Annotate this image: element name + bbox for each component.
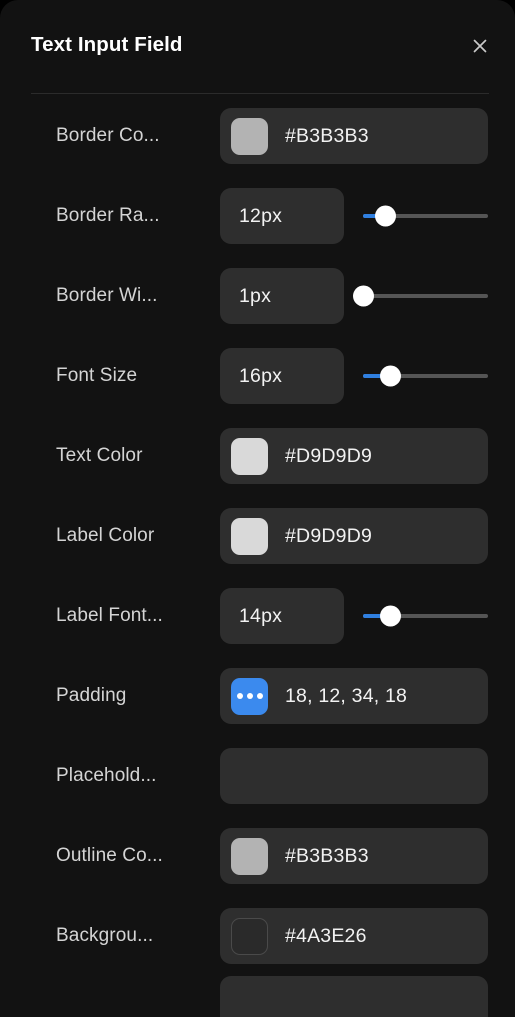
property-value-text: 14px xyxy=(239,604,283,627)
property-slider[interactable] xyxy=(363,603,488,629)
slider-thumb[interactable] xyxy=(380,365,401,387)
property-value-field[interactable]: 12px xyxy=(220,188,344,244)
property-value-text: #D9D9D9 xyxy=(285,444,373,467)
property-value-field[interactable] xyxy=(220,976,488,1017)
property-row: Padding 18, 12, 34, 18 xyxy=(0,656,515,736)
property-row xyxy=(0,976,515,1017)
property-label: Placehold... xyxy=(56,765,157,786)
header-divider xyxy=(31,93,489,94)
property-label: Padding xyxy=(56,685,127,706)
property-value-text: 18, 12, 34, 18 xyxy=(285,684,408,707)
property-value-text: 16px xyxy=(239,364,283,387)
color-swatch[interactable] xyxy=(231,437,268,475)
color-swatch[interactable] xyxy=(231,517,268,555)
property-label: Font Size xyxy=(56,365,138,386)
property-value-text: #B3B3B3 xyxy=(285,124,369,147)
property-value-text: #4A3E26 xyxy=(285,924,367,947)
property-label: Border Ra... xyxy=(56,205,160,226)
property-value-field[interactable]: 16px xyxy=(220,348,344,404)
property-label: Backgrou... xyxy=(56,925,154,946)
property-value-field[interactable]: #4A3E26 xyxy=(220,908,488,964)
property-row: Placehold... xyxy=(0,736,515,816)
property-value-text: #B3B3B3 xyxy=(285,844,369,867)
property-row: Backgrou... #4A3E26 xyxy=(0,896,515,976)
property-value-field[interactable]: 14px xyxy=(220,588,344,644)
color-swatch[interactable] xyxy=(231,837,268,875)
property-row: Border Ra... 12px xyxy=(0,176,515,256)
property-value-field[interactable]: 1px xyxy=(220,268,344,324)
close-button[interactable] xyxy=(467,33,493,59)
property-row: Font Size 16px xyxy=(0,336,515,416)
property-value-field[interactable]: #D9D9D9 xyxy=(220,508,488,564)
slider-thumb[interactable] xyxy=(352,285,374,307)
property-row: Label Font... 14px xyxy=(0,576,515,656)
property-label: Label Font... xyxy=(56,605,163,626)
property-label: Label Color xyxy=(56,525,155,546)
property-slider[interactable] xyxy=(352,283,488,309)
property-row: Outline Co... #B3B3B3 xyxy=(0,816,515,896)
property-value-field[interactable]: 18, 12, 34, 18 xyxy=(220,668,488,724)
property-list: Border Co... #B3B3B3 Border Ra... 12px Borde… xyxy=(0,96,515,1017)
ellipsis-icon[interactable] xyxy=(231,677,268,715)
property-slider[interactable] xyxy=(363,203,488,229)
property-row: Border Co... #B3B3B3 xyxy=(0,96,515,176)
panel-header: Text Input Field xyxy=(0,0,515,96)
property-label: Outline Co... xyxy=(56,845,163,866)
properties-panel: Text Input Field Border Co... #B3B3B3 Bord… xyxy=(0,0,515,1017)
property-label: Border Co... xyxy=(56,125,160,146)
property-value-text: 12px xyxy=(239,204,283,227)
property-label: Border Wi... xyxy=(56,285,158,306)
slider-track[interactable] xyxy=(363,294,488,298)
property-row: Text Color #D9D9D9 xyxy=(0,416,515,496)
slider-thumb[interactable] xyxy=(375,205,396,227)
color-swatch[interactable] xyxy=(231,917,268,955)
close-icon xyxy=(470,36,490,56)
property-value-field[interactable] xyxy=(220,748,488,804)
property-value-field[interactable]: #D9D9D9 xyxy=(220,428,488,484)
property-row: Label Color #D9D9D9 xyxy=(0,496,515,576)
color-swatch[interactable] xyxy=(231,117,268,155)
slider-thumb[interactable] xyxy=(380,605,401,627)
property-label: Text Color xyxy=(56,445,143,466)
property-value-field[interactable]: #B3B3B3 xyxy=(220,828,488,884)
property-value-text: #D9D9D9 xyxy=(285,524,373,547)
property-value-text: 1px xyxy=(239,284,272,307)
property-slider[interactable] xyxy=(363,363,488,389)
property-row: Border Wi... 1px xyxy=(0,256,515,336)
page-title: Text Input Field xyxy=(31,33,183,56)
property-value-field[interactable]: #B3B3B3 xyxy=(220,108,488,164)
